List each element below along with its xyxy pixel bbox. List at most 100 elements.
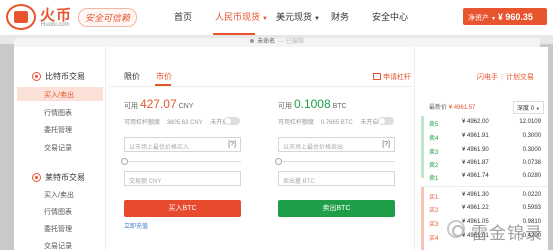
buy-amount-slider[interactable]: [121, 158, 241, 165]
help-icon[interactable]: [?]: [228, 141, 236, 148]
watermark-text: 雷金锦录: [471, 224, 543, 243]
ask-level: 卖2: [429, 163, 439, 169]
link-separator: |: [501, 74, 503, 81]
net-assets-button[interactable]: 净资产 ▼ ¥ 960.35: [463, 8, 547, 25]
ask-row[interactable]: 卖3 ¥ 4961.90 0.3000: [429, 145, 541, 157]
latest-price: 最新价 ¥ 4961.57: [429, 102, 475, 111]
litecoin-icon: [32, 173, 41, 182]
latest-price-label: 最新价: [429, 105, 448, 111]
sidebar-section-btc-label: 比特币交易: [45, 72, 85, 81]
bid-price: ¥ 4961.22: [462, 205, 489, 211]
buy-amount-placeholder: 交易额 CNY: [129, 179, 162, 185]
bid-level: 买1: [429, 195, 439, 201]
sidebar-item-ltc-orders[interactable]: 委托管理: [17, 221, 103, 235]
nav-home[interactable]: 首页: [174, 10, 192, 23]
nav-cny-spot[interactable]: 人民币现货 ▼: [215, 10, 268, 23]
document-status: — 已编辑: [278, 39, 304, 45]
ask-level: 卖5: [429, 122, 439, 128]
huobi-logo-icon[interactable]: [6, 4, 36, 30]
sidebar-item-btc-records[interactable]: 交易记录: [17, 140, 103, 154]
ask-row[interactable]: 卖4 ¥ 4961.91 0.3000: [429, 131, 541, 143]
chevron-down-icon: ▼: [490, 16, 496, 22]
chevron-down-icon: ▼: [535, 106, 540, 111]
orderbook-divider: [420, 186, 548, 187]
buy-amount-field[interactable]: 交易额 CNY: [124, 171, 241, 186]
buy-btc-button[interactable]: 买入BTC: [124, 200, 241, 217]
ask-price: ¥ 4961.74: [462, 173, 489, 179]
latest-price-value: ¥ 4961.57: [448, 105, 476, 111]
planned-trade-link[interactable]: 计划交易: [506, 74, 534, 81]
ask-level: 卖1: [429, 176, 439, 182]
nav-security-center[interactable]: 安全中心: [372, 10, 408, 23]
sidebar-section-btc: 比特币交易: [32, 71, 85, 82]
sell-leverage-toggle[interactable]: [378, 117, 394, 125]
ask-row[interactable]: 卖2 ¥ 4961.87 0.0738: [429, 158, 541, 170]
asks-depth-bar: [421, 116, 424, 178]
sidebar-item-btc-orders[interactable]: 委托管理: [17, 122, 103, 136]
apply-leverage-link[interactable]: 申请杠杆: [373, 72, 411, 82]
chevron-down-icon: ▼: [314, 16, 320, 22]
buy-price-field[interactable]: 以市场上最优价格买入 [?]: [124, 137, 241, 152]
document-title-bar: 未命名 — 已编辑: [14, 38, 540, 47]
buy-leverage-label: 可用杠杆额度: [124, 120, 161, 126]
slider-handle[interactable]: [121, 158, 128, 165]
buy-available: 可用 427.07 CNY: [124, 97, 193, 111]
sell-available-label: 可用: [278, 103, 292, 110]
bid-row[interactable]: 买1 ¥ 4961.30 0.0220: [429, 190, 541, 202]
buy-leverage-line: 可用杠杆额度 3805.63 CNY 未开启: [124, 117, 228, 126]
brand-domain: Huobi.com: [41, 22, 70, 28]
sell-amount-field[interactable]: 卖出量 BTC: [278, 171, 395, 186]
depth-select[interactable]: 深度 0 ▼: [513, 101, 544, 114]
ask-amount: 0.0738: [522, 160, 541, 166]
sell-leverage-label: 可用杠杆额度: [278, 120, 315, 126]
ask-amount: 12.0109: [519, 119, 541, 125]
net-assets-label: 净资产: [468, 15, 489, 22]
sidebar-section-ltc: 莱特币交易: [32, 172, 85, 183]
app-frame: 火币 Huobi.com 安全可信赖 首页 人民币现货 ▼ 美元现货 ▼ 财务 安全…: [0, 0, 553, 250]
bid-price: ¥ 4961.30: [462, 192, 489, 198]
ask-price: ¥ 4962.00: [462, 119, 489, 125]
ask-level: 卖4: [429, 136, 439, 142]
nav-usd-spot-label: 美元现货: [276, 12, 313, 22]
sell-leverage-status: 未开启: [360, 120, 379, 126]
recharge-link[interactable]: 立即充值: [124, 221, 148, 230]
sidebar-item-btc-buy-sell[interactable]: 买入/卖出: [17, 87, 103, 101]
sell-available-value: 0.1008: [293, 97, 331, 111]
gift-icon: [373, 73, 381, 80]
nav-usd-spot[interactable]: 美元现货 ▼: [276, 10, 320, 23]
sell-btc-button[interactable]: 卖出BTC: [278, 200, 395, 217]
sell-price-field[interactable]: 以市场上最优价格卖出 [?]: [278, 137, 395, 152]
bid-row[interactable]: 买2 ¥ 4961.22 0.5993: [429, 203, 541, 215]
sidebar-item-ltc-chart[interactable]: 行情图表: [17, 204, 103, 218]
ask-row[interactable]: 卖5 ¥ 4962.00 12.0109: [429, 117, 541, 129]
sidebar-item-ltc-buy-sell[interactable]: 买入/卖出: [17, 187, 103, 201]
sell-amount-placeholder: 卖出量 BTC: [283, 179, 315, 185]
sidebar-item-ltc-records[interactable]: 交易记录: [17, 238, 103, 250]
buy-price-placeholder: 以市场上最优价格买入: [129, 145, 190, 151]
bid-level: 买4: [429, 236, 439, 242]
sidebar-item-btc-chart[interactable]: 行情图表: [17, 105, 103, 119]
help-icon[interactable]: [?]: [382, 141, 390, 148]
flash-trade-link[interactable]: 闪电手: [477, 74, 498, 81]
tab-limit[interactable]: 限价: [124, 71, 140, 82]
ask-row[interactable]: 卖1 ¥ 4961.74 0.0280: [429, 171, 541, 183]
slider-handle[interactable]: [275, 158, 282, 165]
chevron-down-icon: ▼: [262, 16, 268, 22]
sell-amount-slider[interactable]: [275, 158, 395, 165]
sell-price-placeholder: 以市场上最优价格卖出: [283, 145, 344, 151]
ask-price: ¥ 4961.90: [462, 147, 489, 153]
sell-leverage-line: 可用杠杆额度 0.7665 BTC 未开启: [278, 117, 378, 126]
top-navbar: 火币 Huobi.com 安全可信赖 首页 人民币现货 ▼ 美元现货 ▼ 财务 安全…: [0, 0, 553, 36]
nav-cny-spot-label: 人民币现货: [215, 12, 261, 22]
buy-leverage-toggle[interactable]: [224, 117, 240, 125]
ask-price: ¥ 4961.91: [462, 133, 489, 139]
apply-leverage-label: 申请杠杆: [383, 74, 411, 81]
ask-price: ¥ 4961.87: [462, 160, 489, 166]
depth-value: 0: [530, 106, 535, 112]
nav-active-underline: [213, 33, 255, 35]
bid-level: 买2: [429, 208, 439, 214]
tab-market[interactable]: 市价: [156, 71, 172, 82]
bid-level: 买3: [429, 222, 439, 228]
document-icon: [250, 39, 255, 44]
nav-finance[interactable]: 财务: [331, 10, 349, 23]
